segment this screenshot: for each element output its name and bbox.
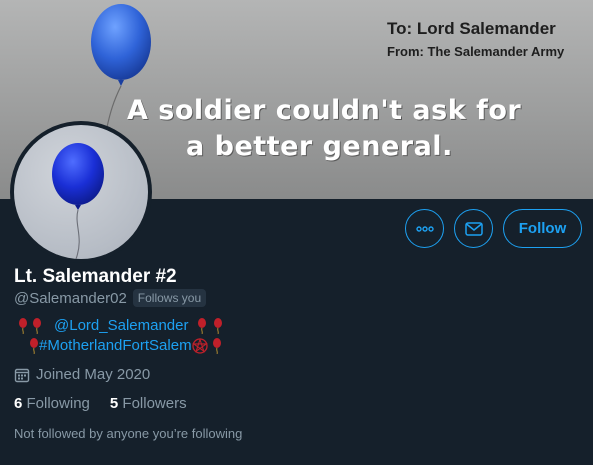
avatar[interactable] — [10, 121, 152, 263]
envelope-icon — [464, 221, 483, 236]
red-balloon-icon — [19, 318, 27, 334]
red-balloon-icon — [30, 338, 38, 354]
handle: @Salemander02 — [14, 289, 127, 307]
joined-text: Joined May 2020 — [36, 366, 151, 383]
joined-date: Joined May 2020 — [14, 366, 150, 383]
following-label: Following — [26, 395, 90, 412]
bio-hashtag-link[interactable]: #MotherlandFortSalem — [39, 336, 192, 356]
bio-mention-link[interactable]: @Lord_Salemander — [54, 316, 188, 336]
balloon-avatar-icon — [52, 143, 104, 259]
avatar-image — [14, 125, 148, 259]
banner-to-text: To: Lord Salemander — [387, 19, 556, 38]
red-balloon-icon — [198, 318, 207, 334]
followers-label: Followers — [122, 395, 187, 412]
profile-actions: Follow — [405, 209, 582, 248]
more-horizontal-icon — [415, 225, 434, 232]
follows-you-badge: Follows you — [132, 289, 207, 307]
pentagram-icon — [191, 338, 208, 354]
handle-row: @Salemander02 Follows you — [14, 289, 207, 307]
follow-button[interactable]: Follow — [503, 209, 582, 248]
banner-slogan-line2: a better general. — [186, 131, 453, 162]
following-link[interactable]: 6 Following — [14, 395, 90, 412]
display-name: Lt. Salemander #2 — [14, 266, 177, 287]
red-balloon-icon — [214, 318, 223, 334]
bio: @Lord_Salemander #MotherlandFortSalem — [18, 316, 223, 356]
message-button[interactable] — [454, 209, 493, 248]
followers-count: 5 — [109, 395, 119, 412]
banner-slogan-line1: A soldier couldn't ask for — [127, 95, 522, 126]
more-button[interactable] — [405, 209, 444, 248]
banner-from-text: From: The Salemander Army — [387, 44, 565, 59]
red-balloon-icon — [33, 318, 41, 334]
following-count: 6 — [14, 395, 23, 412]
followers-link[interactable]: 5 Followers — [110, 395, 187, 412]
follow-stats: 6 Following 5 Followers — [14, 395, 187, 412]
not-followed-text: Not followed by anyone you’re following — [14, 426, 243, 441]
calendar-icon — [14, 368, 30, 382]
red-balloon-icon — [212, 338, 221, 354]
